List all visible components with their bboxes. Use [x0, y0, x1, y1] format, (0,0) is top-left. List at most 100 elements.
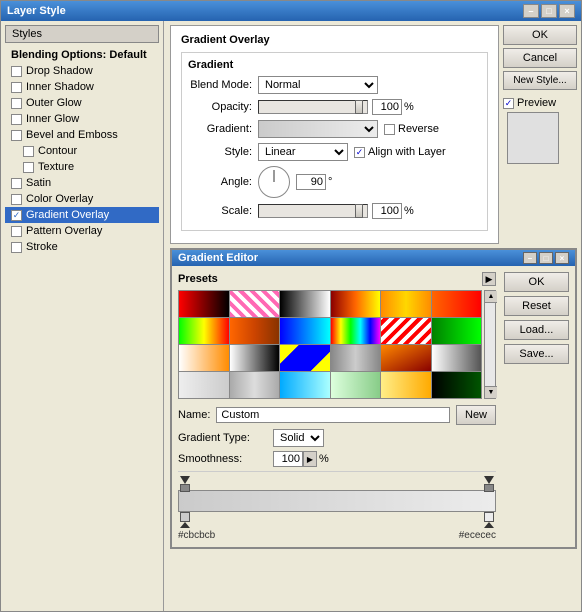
layer-item-inner-shadow[interactable]: Inner Shadow [5, 79, 159, 95]
style-select[interactable]: Linear [258, 143, 348, 161]
layer-item-contour[interactable]: Contour [5, 143, 159, 159]
gradient-bar[interactable] [178, 490, 496, 512]
layer-item-texture[interactable]: Texture [5, 159, 159, 175]
ge-close-btn[interactable]: × [555, 252, 569, 264]
scroll-down-btn[interactable]: ▼ [485, 386, 497, 398]
inner-shadow-checkbox[interactable] [11, 82, 22, 93]
scale-slider-thumb[interactable] [355, 204, 363, 218]
right-area: Gradient Overlay Gradient Blend Mode: No… [164, 21, 581, 611]
swatch-2[interactable] [230, 291, 280, 317]
top-stop-right[interactable] [484, 476, 494, 490]
swatch-6[interactable] [432, 291, 482, 317]
swatch-24[interactable] [432, 372, 482, 398]
ok-button[interactable]: OK [503, 25, 577, 45]
color-labels: #cbcbcb #ececec [178, 530, 496, 541]
drop-shadow-checkbox[interactable] [11, 66, 22, 77]
swatch-21[interactable] [280, 372, 330, 398]
ge-restore-btn[interactable]: □ [539, 252, 553, 264]
presets-expand-btn[interactable]: ▶ [482, 272, 496, 286]
swatch-14[interactable] [230, 345, 280, 371]
layer-item-blending-options[interactable]: Blending Options: Default [5, 47, 159, 63]
swatch-16[interactable] [331, 345, 381, 371]
stroke-checkbox[interactable] [11, 242, 22, 253]
bevel-emboss-checkbox[interactable] [11, 130, 22, 141]
presets-header: Presets ▶ [178, 272, 496, 286]
swatch-4[interactable] [331, 291, 381, 317]
layer-item-pattern-overlay[interactable]: Pattern Overlay [5, 223, 159, 239]
cancel-button[interactable]: Cancel [503, 48, 577, 68]
smoothness-input[interactable] [273, 451, 303, 467]
reverse-checkbox[interactable] [384, 124, 395, 135]
swatch-11[interactable] [381, 318, 431, 344]
angle-knob[interactable] [258, 166, 290, 198]
swatch-7[interactable] [179, 318, 229, 344]
minimize-button[interactable]: – [523, 4, 539, 18]
opacity-slider-track[interactable] [258, 100, 368, 114]
layer-item-gradient-overlay[interactable]: ✓ Gradient Overlay [5, 207, 159, 223]
swatch-23[interactable] [381, 372, 431, 398]
maximize-button[interactable]: □ [541, 4, 557, 18]
smoothness-label: Smoothness: [178, 453, 273, 465]
swatch-8[interactable] [230, 318, 280, 344]
layer-item-inner-glow[interactable]: Inner Glow [5, 111, 159, 127]
top-stops [178, 476, 496, 490]
swatch-13[interactable] [179, 345, 229, 371]
ge-minimize-btn[interactable]: – [523, 252, 537, 264]
bottom-stop-left[interactable] [180, 512, 190, 528]
blend-mode-select[interactable]: Normal [258, 76, 378, 94]
ge-save-button[interactable]: Save... [504, 344, 569, 364]
color-right-label: #ececec [459, 530, 496, 541]
texture-label: Texture [38, 161, 74, 173]
gradient-type-select[interactable]: Solid [273, 429, 324, 447]
align-layer-checkbox[interactable]: ✓ [354, 147, 365, 158]
new-style-button[interactable]: New Style... [503, 71, 577, 90]
layer-item-outer-glow[interactable]: Outer Glow [5, 95, 159, 111]
texture-checkbox[interactable] [23, 162, 34, 173]
outer-glow-checkbox[interactable] [11, 98, 22, 109]
layer-item-drop-shadow[interactable]: Drop Shadow [5, 63, 159, 79]
name-input[interactable] [216, 407, 450, 423]
ge-reset-button[interactable]: Reset [504, 296, 569, 316]
swatch-9[interactable] [280, 318, 330, 344]
opacity-slider-thumb[interactable] [355, 100, 363, 114]
align-layer-label[interactable]: ✓ Align with Layer [354, 146, 446, 158]
satin-checkbox[interactable] [11, 178, 22, 189]
swatch-10[interactable] [331, 318, 381, 344]
angle-input[interactable] [296, 174, 326, 190]
layer-item-satin[interactable]: Satin [5, 175, 159, 191]
layer-item-stroke[interactable]: Stroke [5, 239, 159, 255]
contour-checkbox[interactable] [23, 146, 34, 157]
reverse-label[interactable]: Reverse [384, 123, 439, 135]
bottom-stop-right[interactable] [484, 512, 494, 528]
swatch-5[interactable] [381, 291, 431, 317]
color-overlay-checkbox[interactable] [11, 194, 22, 205]
swatch-15[interactable] [280, 345, 330, 371]
opacity-input[interactable] [372, 99, 402, 115]
swatch-12[interactable] [432, 318, 482, 344]
smoothness-increment-btn[interactable]: ▶ [303, 451, 317, 467]
layer-item-color-overlay[interactable]: Color Overlay [5, 191, 159, 207]
preview-checkbox[interactable]: ✓ [503, 98, 514, 109]
pattern-overlay-checkbox[interactable] [11, 226, 22, 237]
layer-item-bevel-emboss[interactable]: Bevel and Emboss [5, 127, 159, 143]
top-stop-left[interactable] [180, 476, 190, 490]
swatch-20[interactable] [230, 372, 280, 398]
inner-glow-checkbox[interactable] [11, 114, 22, 125]
layer-style-window: Layer Style – □ × Styles Blending Option… [0, 0, 582, 612]
scroll-up-btn[interactable]: ▲ [485, 291, 497, 303]
swatch-3[interactable] [280, 291, 330, 317]
scale-slider-track[interactable] [258, 204, 368, 218]
gradient-overlay-checkbox[interactable]: ✓ [11, 210, 22, 221]
ge-ok-button[interactable]: OK [504, 272, 569, 292]
swatch-18[interactable] [432, 345, 482, 371]
ge-load-button[interactable]: Load... [504, 320, 569, 340]
gradient-select[interactable] [258, 120, 378, 138]
scale-input[interactable] [372, 203, 402, 219]
swatch-1[interactable] [179, 291, 229, 317]
close-button[interactable]: × [559, 4, 575, 18]
swatch-19[interactable] [179, 372, 229, 398]
swatch-17[interactable] [381, 345, 431, 371]
top-stop-left-box [180, 484, 190, 492]
new-button[interactable]: New [456, 405, 496, 425]
swatch-22[interactable] [331, 372, 381, 398]
